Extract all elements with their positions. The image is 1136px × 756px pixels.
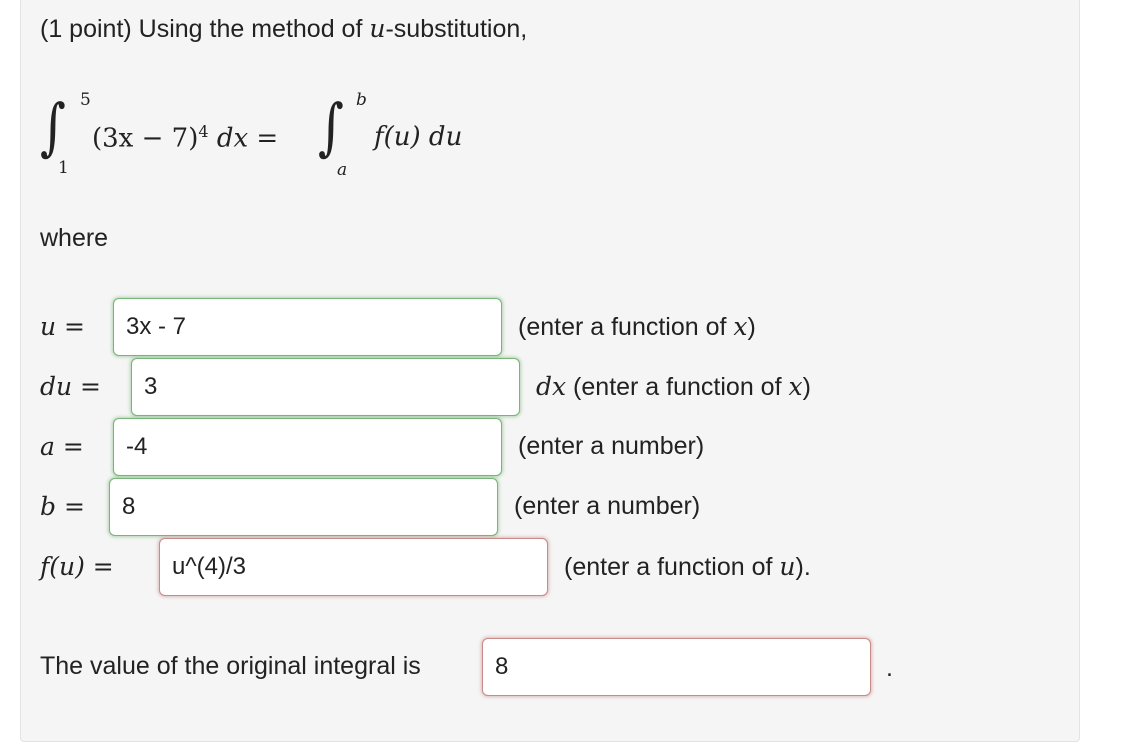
integral-sign-left: ∫ — [40, 90, 66, 163]
fu-hint-text: (enter a function of — [564, 553, 780, 581]
u-hint: (enter a function of x) — [518, 312, 756, 342]
equation-equals: = — [256, 123, 279, 154]
upper-limit-left: 5 — [80, 90, 91, 110]
du-input[interactable] — [131, 358, 520, 416]
integrand-right: f(u) du — [374, 122, 463, 152]
du-hint-text: (enter a function of — [566, 373, 789, 401]
intro-variable: u — [369, 14, 386, 43]
intro-suffix: -substitution, — [385, 15, 528, 43]
du-label: du = — [40, 372, 101, 401]
integrand-left-base: (3x − 7) — [92, 123, 199, 154]
a-label: a = — [40, 432, 84, 461]
b-input[interactable] — [109, 478, 498, 536]
where-label: where — [40, 224, 109, 252]
du-hint-close: ) — [802, 373, 811, 401]
fu-hint-close: ). — [795, 553, 811, 581]
final-answer-input[interactable] — [482, 638, 871, 696]
u-hint-close: ) — [747, 313, 756, 341]
integral-sign-right: ∫ — [318, 90, 344, 163]
problem-intro: (1 point) Using the method of u-substitu… — [40, 14, 527, 44]
integrand-power: 4 — [198, 122, 209, 141]
du-hint: dx (enter a function of x) — [536, 372, 811, 402]
du-dx: dx — [536, 372, 567, 401]
u-input[interactable] — [113, 298, 502, 356]
fu-hint: (enter a function of u). — [564, 552, 811, 582]
u-hint-text: (enter a function of — [518, 313, 734, 341]
b-label: b = — [40, 492, 85, 521]
b-hint: (enter a number) — [514, 492, 701, 520]
fu-hint-var: u — [779, 552, 796, 581]
integrand-left: (3x − 7)4 dx = — [92, 122, 278, 154]
lower-limit-left: 1 — [58, 158, 69, 178]
final-period: . — [886, 654, 893, 682]
du-hint-var: x — [788, 372, 803, 401]
u-hint-var: x — [733, 312, 748, 341]
final-label: The value of the original integral is — [40, 652, 421, 680]
a-input[interactable] — [113, 418, 502, 476]
lower-limit-right: a — [337, 160, 348, 180]
fu-input[interactable] — [159, 538, 548, 596]
fu-label: f(u) = — [40, 552, 114, 581]
a-hint: (enter a number) — [518, 432, 705, 460]
intro-prefix: (1 point) Using the method of — [40, 15, 370, 43]
upper-limit-right: b — [356, 90, 367, 110]
integrand-left-dx: dx — [216, 123, 249, 154]
u-label: u = — [40, 312, 85, 341]
